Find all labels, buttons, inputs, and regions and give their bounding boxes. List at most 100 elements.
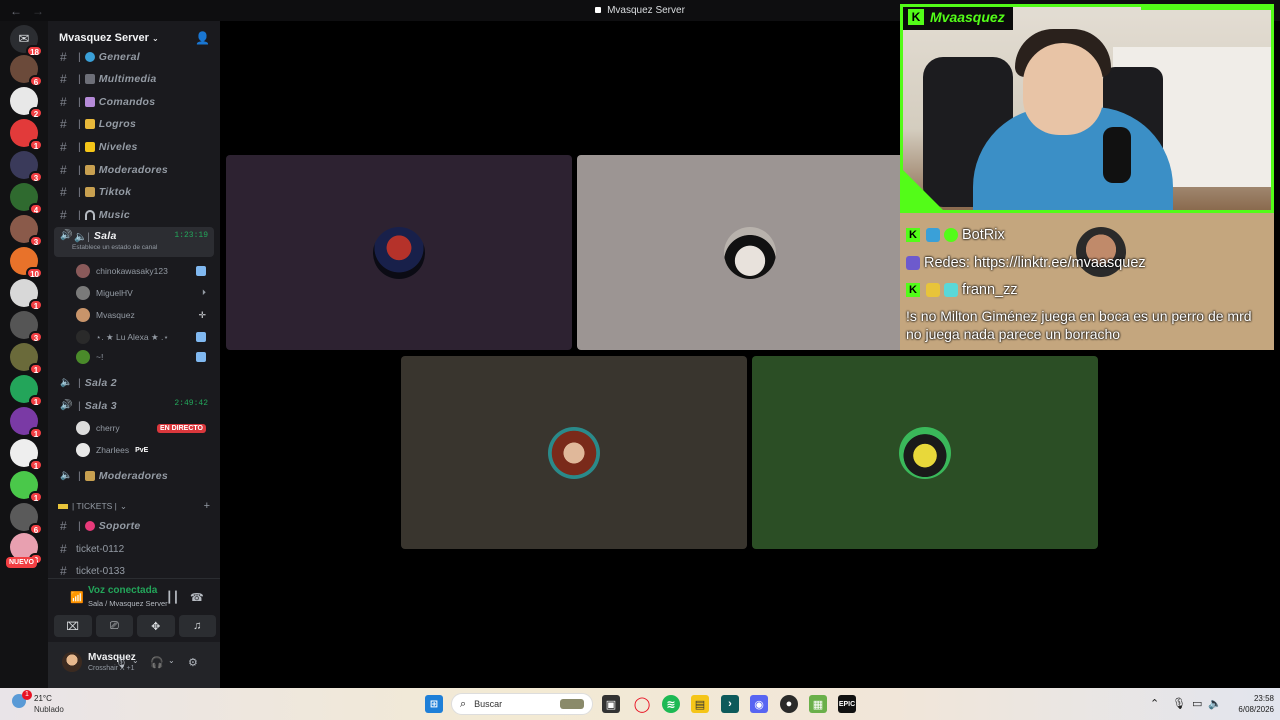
- channel-niveles[interactable]: # | Niveles: [54, 136, 214, 157]
- server-icon-5[interactable]: 4: [10, 183, 43, 215]
- member-name: Zharlees: [96, 445, 130, 455]
- member-name: chinokawasaky123: [96, 266, 168, 276]
- participant-tile-4[interactable]: [752, 356, 1098, 549]
- channel-ticket-0112[interactable]: # ticket-0112: [60, 542, 124, 556]
- hash-icon: #: [60, 564, 67, 578]
- streamer-tag: K Mvaasquez: [903, 7, 1013, 30]
- server-icon-2[interactable]: 2: [10, 87, 43, 119]
- crown-badge-icon: [926, 283, 940, 297]
- hash-icon: #: [60, 207, 67, 222]
- divider: |: [78, 72, 81, 85]
- camera-off-button[interactable]: ⌧: [54, 615, 92, 637]
- invite-people-icon[interactable]: 👤: [195, 31, 210, 45]
- windows-start-icon[interactable]: ⊞: [425, 695, 443, 713]
- divider: |: [78, 519, 81, 532]
- tray-microphone-icon[interactable]: 🎙: [1172, 697, 1186, 710]
- subscriber-badge-icon: [944, 283, 958, 297]
- badge: 6: [29, 75, 43, 87]
- headphones-icon[interactable]: 🎧: [150, 656, 164, 669]
- badge: 4: [29, 203, 43, 215]
- obs-icon[interactable]: ●: [780, 695, 798, 713]
- server-icon-8[interactable]: 1: [10, 279, 43, 311]
- participant-tile-1[interactable]: [226, 155, 572, 350]
- chevron-down-icon[interactable]: ⌄: [168, 656, 175, 665]
- playstation-icon: ⏵: [202, 288, 206, 297]
- signal-icon[interactable]: 📶: [70, 591, 84, 604]
- category-tickets[interactable]: | TICKETS | ⌄ +: [58, 500, 210, 512]
- user-avatar[interactable]: [62, 652, 82, 672]
- user-name[interactable]: Mvasquez: [88, 652, 136, 663]
- add-channel-icon[interactable]: +: [204, 500, 210, 512]
- channel-multimedia[interactable]: # | Multimedia: [54, 68, 214, 89]
- voice-member[interactable]: ⋆. ★ Lu Alexa ★ .⋆: [76, 327, 214, 347]
- voice-channel-sala-2[interactable]: 🔈 | Sala 2: [54, 372, 214, 393]
- voice-member[interactable]: cherry EN DIRECTO: [76, 418, 214, 438]
- voice-connected-label[interactable]: Voz conectada: [88, 585, 157, 596]
- voice-member[interactable]: Zharlees PvE: [76, 440, 214, 460]
- discord-home-button[interactable]: ✉ 18: [10, 25, 43, 57]
- channel-general[interactable]: # | General: [54, 46, 214, 67]
- terminal-icon[interactable]: ›: [721, 695, 739, 713]
- channel-logros[interactable]: # | Logros: [54, 113, 214, 134]
- channel-ticket-0133[interactable]: # ticket-0133: [60, 564, 125, 578]
- badge: 3: [29, 171, 43, 183]
- tray-chevron-icon[interactable]: ⌃: [1150, 697, 1159, 710]
- participant-avatar: [899, 426, 951, 479]
- app-icon[interactable]: ▦: [809, 695, 827, 713]
- notification-badge: 1: [22, 690, 32, 700]
- hash-icon: #: [60, 71, 67, 86]
- discord-icon[interactable]: ◉: [750, 695, 768, 713]
- tray-speaker-icon[interactable]: 🔈: [1208, 697, 1222, 710]
- taskbar-clock[interactable]: 23:58 6/08/2026: [1226, 693, 1274, 715]
- share-screen-button[interactable]: ⎚: [95, 615, 133, 637]
- server-icon-14[interactable]: 1: [10, 471, 43, 503]
- hash-icon: #: [60, 116, 67, 131]
- voice-member[interactable]: MiguelHV ⏵: [76, 283, 214, 303]
- channel-name: Niveles: [98, 140, 138, 153]
- voice-channel-sala[interactable]: 🔊 🔈| Sala 1:23:19 Establece un estado de c…: [54, 227, 214, 257]
- channel-soporte[interactable]: # | Soporte: [54, 515, 214, 536]
- microphone-icon[interactable]: 🎙: [114, 656, 128, 669]
- channel-music[interactable]: # | Music: [54, 204, 214, 225]
- activities-button[interactable]: ✥: [137, 615, 175, 637]
- channel-tiktok[interactable]: # | Tiktok: [54, 181, 214, 202]
- soundboard-button[interactable]: ♫: [178, 615, 216, 637]
- server-icon-13[interactable]: 1: [10, 439, 43, 471]
- opera-icon[interactable]: ◯: [633, 695, 651, 713]
- disconnect-icon[interactable]: ☎: [190, 591, 204, 604]
- chevron-down-icon[interactable]: ⌄: [132, 656, 139, 665]
- voice-channel-moderadores[interactable]: 🔈 | Moderadores: [54, 465, 214, 486]
- channel-moderadores[interactable]: # | Moderadores: [54, 159, 214, 180]
- voice-channel-sala-3[interactable]: 🔊 | Sala 3 2:49:42: [54, 395, 214, 416]
- voice-member[interactable]: ~!: [76, 347, 214, 367]
- epic-games-icon[interactable]: EPIC: [838, 695, 856, 713]
- participant-tile-3[interactable]: [401, 356, 747, 549]
- badge: 2: [29, 107, 43, 119]
- taskbar-search[interactable]: ⌕ Buscar: [451, 693, 593, 715]
- server-icon-9[interactable]: 3: [10, 311, 43, 343]
- participant-tile-2[interactable]: [577, 155, 923, 350]
- task-view-icon[interactable]: ▣: [602, 695, 620, 713]
- channel-name: General: [98, 50, 140, 63]
- file-explorer-icon[interactable]: ▤: [691, 695, 709, 713]
- server-icon-15[interactable]: 6: [10, 503, 43, 535]
- chat-message: !s no Milton Giménez juega en boca es un…: [906, 308, 1252, 342]
- server-icon-12[interactable]: 1: [10, 407, 43, 439]
- spotify-icon[interactable]: ≋: [662, 695, 680, 713]
- server-icon-3[interactable]: 1: [10, 119, 43, 151]
- server-icon-4[interactable]: 3: [10, 151, 43, 183]
- camera-badge-icon: [906, 256, 920, 270]
- server-icon-10[interactable]: 1: [10, 343, 43, 375]
- settings-gear-icon[interactable]: ⚙: [188, 656, 198, 669]
- tray-display-icon[interactable]: ▭: [1192, 697, 1202, 710]
- channel-status[interactable]: Establece un estado de canal: [72, 244, 157, 251]
- voice-connected-location[interactable]: Sala / Mvasquez Server: [88, 599, 168, 608]
- voice-member[interactable]: Mvasquez ✛: [76, 305, 214, 325]
- server-icon-7[interactable]: 10: [10, 247, 43, 279]
- server-icon-11[interactable]: 1: [10, 375, 43, 407]
- noise-suppression-icon[interactable]: ┃┃: [166, 591, 179, 604]
- channel-comandos[interactable]: # | Comandos: [54, 91, 214, 112]
- server-icon-1[interactable]: 6: [10, 55, 43, 87]
- voice-member[interactable]: chinokawasaky123: [76, 261, 214, 281]
- server-icon-6[interactable]: 3: [10, 215, 43, 247]
